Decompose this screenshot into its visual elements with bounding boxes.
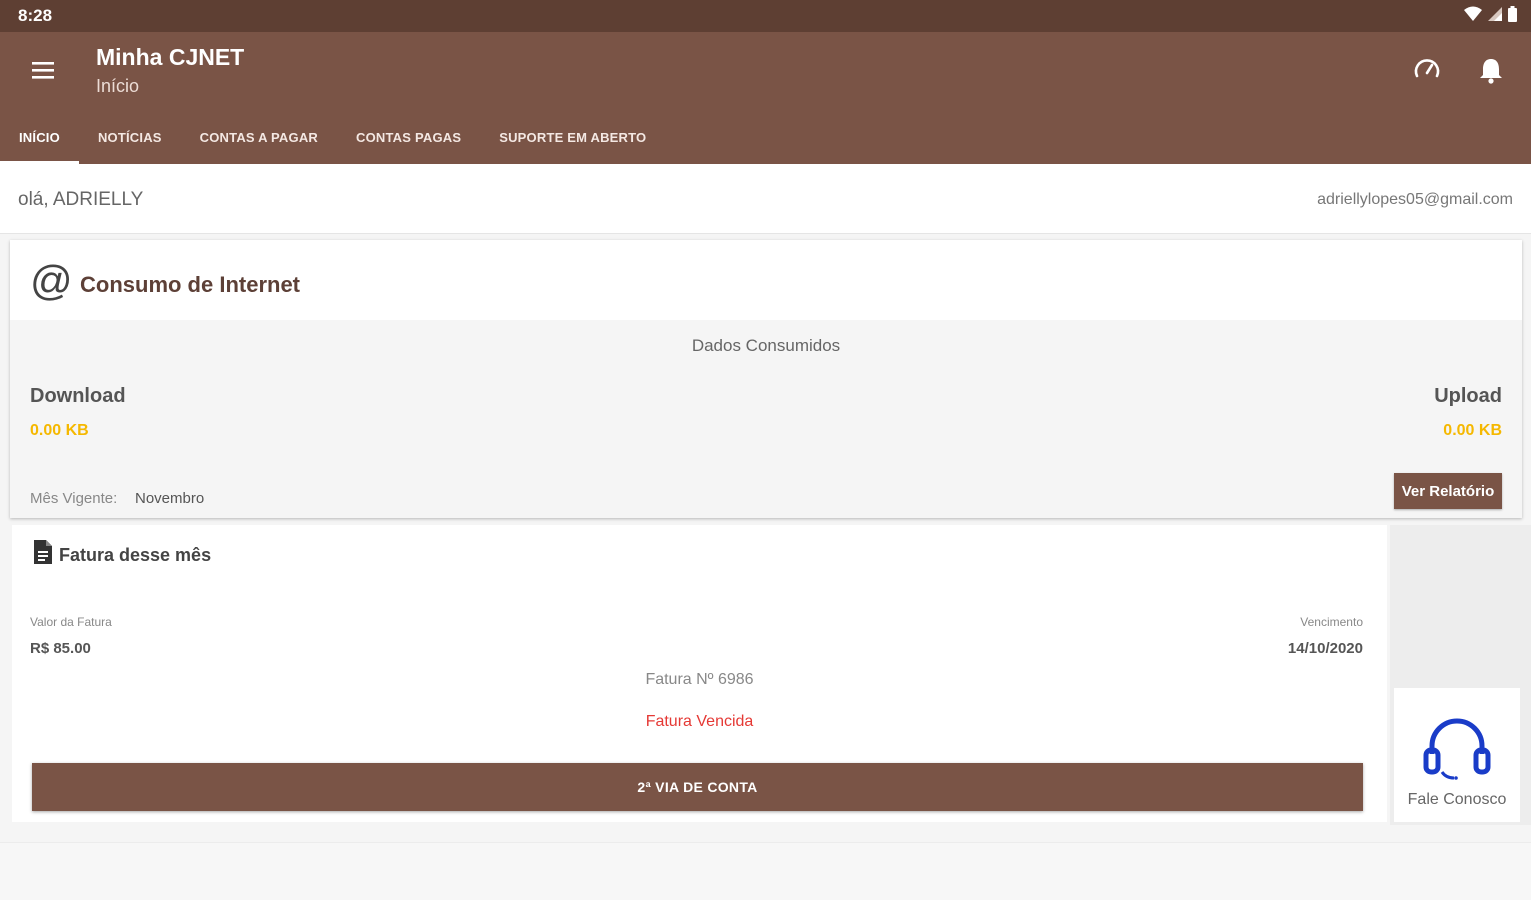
- usage-title: Consumo de Internet: [80, 272, 301, 297]
- tab-bar: INÍCIO NOTÍCIAS CONTAS A PAGAR CONTAS PA…: [0, 124, 665, 164]
- download-value: 0.00 KB: [30, 422, 89, 439]
- app-title: Minha CJNET: [96, 44, 245, 70]
- tab-noticias[interactable]: NOTÍCIAS: [79, 124, 181, 164]
- system-icons: [1464, 6, 1517, 22]
- speed-gauge-icon[interactable]: [1409, 52, 1445, 88]
- invoice-title: Fatura desse mês: [59, 545, 212, 565]
- invoice-card: Fatura desse mês Valor da Fatura R$ 85.0…: [12, 525, 1387, 822]
- invoice-number: Fatura Nº 6986: [645, 671, 754, 688]
- second-copy-button[interactable]: 2ª VIA DE CONTA: [32, 763, 1363, 811]
- signal-icon: [1488, 7, 1502, 21]
- view-report-button[interactable]: Ver Relatório: [1394, 473, 1502, 509]
- current-month-value: Novembro: [135, 490, 205, 507]
- battery-icon: [1508, 6, 1517, 22]
- tab-inicio[interactable]: INÍCIO: [0, 124, 79, 164]
- current-month-label: Mês Vigente:: [30, 490, 118, 507]
- download-label: Download: [30, 385, 126, 407]
- footer-area: [0, 842, 1531, 900]
- wifi-icon: [1464, 6, 1482, 21]
- menu-icon[interactable]: [28, 54, 60, 86]
- at-sign-icon: @: [30, 257, 73, 304]
- tab-contas-pagas[interactable]: CONTAS PAGAS: [337, 124, 480, 164]
- due-date: 14/10/2020: [1287, 640, 1363, 657]
- greeting-text: olá, ADRIELLY: [18, 189, 144, 210]
- tab-contas-a-pagar[interactable]: CONTAS A PAGAR: [181, 124, 337, 164]
- invoice-status: Fatura Vencida: [645, 713, 754, 730]
- invoice-value-label: Valor da Fatura: [30, 615, 112, 629]
- status-time: 8:28: [18, 6, 53, 25]
- bell-icon[interactable]: [1473, 52, 1509, 88]
- status-bar: 8:28: [0, 0, 1531, 32]
- app-bar: Minha CJNET Início INÍCIO NOTÍCIAS CONTA…: [0, 32, 1531, 164]
- document-icon: [32, 539, 54, 570]
- upload-value: 0.00 KB: [1443, 422, 1502, 439]
- greeting-bar: olá, ADRIELLY adriellylopes05@gmail.com: [0, 164, 1531, 234]
- upload-label: Upload: [1434, 385, 1502, 407]
- usage-card-header: @ Consumo de Internet: [10, 240, 1522, 320]
- tab-suporte-em-aberto[interactable]: SUPORTE EM ABERTO: [480, 124, 665, 164]
- headset-icon: [1422, 716, 1492, 785]
- user-email: adriellylopes05@gmail.com: [1317, 191, 1513, 208]
- usage-subtitle: Dados Consumidos: [691, 336, 841, 355]
- internet-usage-card: @ Consumo de Internet Dados Consumidos D…: [10, 240, 1522, 518]
- due-date-label: Vencimento: [1300, 615, 1363, 629]
- contact-us-button[interactable]: Fale Conosco: [1394, 688, 1520, 822]
- contact-us-label: Fale Conosco: [1407, 791, 1507, 808]
- app-subtitle: Início: [96, 76, 140, 96]
- invoice-value: R$ 85.00: [30, 640, 91, 657]
